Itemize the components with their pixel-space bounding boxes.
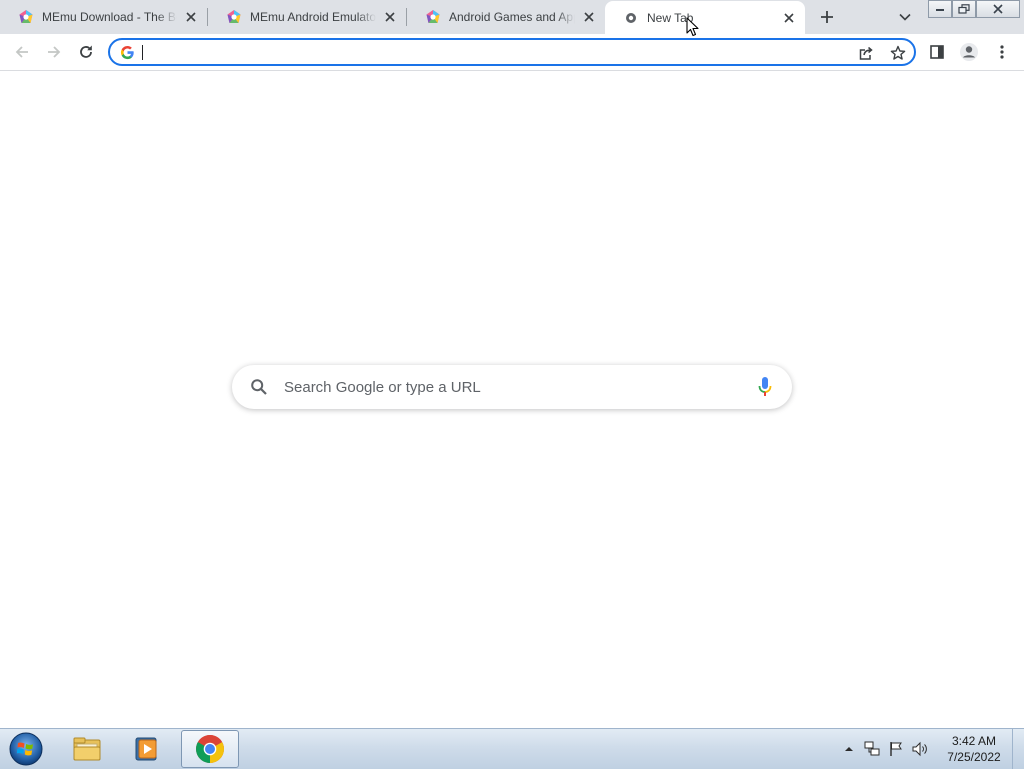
- mouse-cursor-icon: [686, 17, 699, 37]
- ntp-search-box[interactable]: Search Google or type a URL: [232, 365, 792, 409]
- google-g-icon: [120, 45, 134, 60]
- side-panel-button[interactable]: [925, 40, 949, 64]
- memu-logo-icon: [227, 10, 241, 23]
- memu-logo-icon: [426, 10, 440, 23]
- tab-strip: MEmu Download - The Best Android Emulato…: [0, 0, 1024, 34]
- taskbar-clock[interactable]: 3:42 AM 7/25/2022: [942, 733, 1006, 765]
- new-tab-page: Search Google or type a URL: [0, 71, 1024, 728]
- forward-button[interactable]: [42, 40, 66, 64]
- profile-button[interactable]: [957, 40, 981, 64]
- ntp-search-placeholder: Search Google or type a URL: [284, 379, 481, 396]
- tab-title: MEmu Android Emulator: [250, 10, 376, 24]
- action-center-flag-icon[interactable]: [888, 741, 904, 757]
- bookmark-button[interactable]: [886, 41, 910, 65]
- media-player-icon: [135, 737, 157, 761]
- tab-close-icon[interactable]: [581, 9, 597, 25]
- arrow-right-icon: [48, 46, 61, 58]
- show-desktop-button[interactable]: [1012, 729, 1024, 769]
- arrow-left-icon: [15, 46, 28, 58]
- restore-button[interactable]: [952, 0, 976, 18]
- tab-search-button[interactable]: [894, 6, 916, 28]
- windows-taskbar: 3:42 AM 7/25/2022: [0, 728, 1024, 769]
- plus-icon: [821, 11, 833, 23]
- minimize-button[interactable]: [928, 0, 952, 18]
- person-icon: [960, 43, 978, 61]
- tab-android-games-and-apps[interactable]: Android Games and Apps: [407, 0, 605, 34]
- taskbar-explorer[interactable]: [58, 730, 116, 768]
- side-panel-icon: [930, 45, 944, 59]
- clock-date: 7/25/2022: [947, 750, 1001, 764]
- restore-icon: [958, 4, 970, 14]
- chevron-down-icon: [899, 13, 911, 21]
- taskbar-media-player[interactable]: [118, 730, 176, 768]
- window-close-button[interactable]: [976, 0, 1020, 18]
- address-bar[interactable]: [108, 38, 916, 66]
- tab-memu-download[interactable]: MEmu Download - The Best Android Emulato…: [0, 0, 207, 34]
- close-icon: [993, 4, 1003, 14]
- minimize-icon: [936, 9, 944, 11]
- kebab-menu-icon: [1000, 45, 1004, 59]
- tab-title: MEmu Download - The Best Android Emulato…: [42, 10, 177, 24]
- memu-logo-icon: [19, 10, 33, 23]
- tab-close-icon[interactable]: [183, 9, 199, 25]
- reload-button[interactable]: [74, 40, 98, 64]
- chrome-newtab-icon: [626, 12, 636, 23]
- back-button[interactable]: [10, 40, 34, 64]
- clock-time: 3:42 AM: [951, 734, 997, 748]
- share-button[interactable]: [854, 41, 878, 65]
- microphone-icon[interactable]: [758, 376, 772, 398]
- chrome-icon: [196, 735, 224, 763]
- tab-new-tab[interactable]: New Tab: [605, 1, 805, 34]
- tab-title: Android Games and Apps: [449, 10, 575, 24]
- address-input[interactable]: [146, 43, 846, 61]
- system-tray: [842, 729, 930, 769]
- show-hidden-icons-arrow[interactable]: [842, 742, 856, 756]
- taskbar-chrome[interactable]: [181, 730, 239, 768]
- text-caret: [142, 45, 143, 60]
- tab-close-icon[interactable]: [781, 10, 797, 26]
- network-icon[interactable]: [864, 741, 880, 757]
- chrome-menu-button[interactable]: [990, 40, 1014, 64]
- tab-close-icon[interactable]: [382, 9, 398, 25]
- new-tab-button[interactable]: [816, 6, 838, 28]
- browser-toolbar: [0, 34, 1024, 71]
- reload-icon: [80, 45, 92, 58]
- tab-title: New Tab: [647, 10, 694, 25]
- tab-memu-android-emulator[interactable]: MEmu Android Emulator: [208, 0, 406, 34]
- windows-start-icon[interactable]: [8, 732, 44, 766]
- volume-icon[interactable]: [912, 741, 930, 757]
- share-icon: [859, 46, 873, 60]
- star-icon: [890, 45, 906, 60]
- windows-explorer-icon: [73, 737, 101, 761]
- search-icon: [251, 379, 267, 395]
